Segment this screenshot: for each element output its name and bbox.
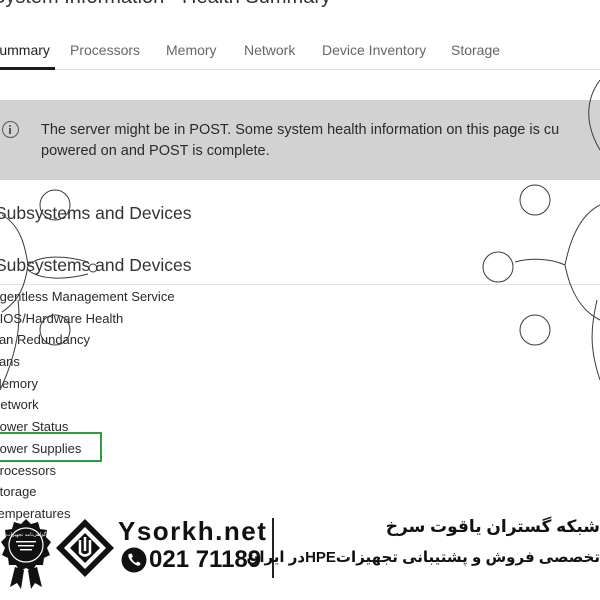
tab-network[interactable]: Network [244, 42, 295, 58]
footer-branding: گواهی‌نامه تجهیزات Ysorkh.net 021 71189 … [0, 512, 600, 600]
ysorkh-logo-icon [56, 519, 114, 577]
page-title: System Information - Health Summary [0, 0, 331, 9]
alert-message-line-1: The server might be in POST. Some system… [41, 122, 560, 138]
section-divider [0, 284, 600, 285]
subsystem-bios-hardware-health[interactable]: BIOS/Hardware Health [0, 310, 175, 332]
tab-summary[interactable]: Summary [0, 42, 50, 58]
alert-message: The server might be in POST. Some system… [41, 120, 559, 162]
section-heading-subsystems: Subsystems and Devices [0, 203, 192, 223]
subsystem-storage[interactable]: Storage [0, 483, 175, 505]
subsystem-processors[interactable]: Processors [0, 462, 175, 484]
tab-bar: Summary Processors Memory Network Device… [0, 30, 600, 70]
subsystem-agentless-management-service[interactable]: Agentless Management Service [0, 288, 175, 310]
company-tagline: تخصصی فروش و پشتیبانی تجهیزاتHPEدر ایران [246, 549, 600, 566]
subsystem-list: Agentless Management Service BIOS/Hardwa… [0, 288, 175, 527]
company-name: شبکه گستران یاقوت سرخ [385, 517, 600, 536]
active-tab-indicator [0, 67, 55, 70]
tab-storage[interactable]: Storage [451, 42, 500, 58]
subsystem-fans[interactable]: Fans [0, 353, 175, 375]
alert-message-line-2: powered on and POST is complete. [41, 143, 270, 159]
brand-name: Ysorkh.net [118, 516, 268, 546]
subsystem-network[interactable]: Network [0, 396, 175, 418]
tab-memory[interactable]: Memory [166, 42, 217, 58]
subsection-heading-subsystems: Subsystems and Devices [0, 255, 192, 275]
subsystem-memory[interactable]: Memory [0, 375, 175, 397]
post-status-alert: The server might be in POST. Some system… [0, 100, 600, 180]
seal-text: گواهی‌نامه تجهیزات [6, 531, 47, 538]
subsystem-fan-redundancy[interactable]: Fan Redundancy [0, 331, 175, 353]
info-icon [2, 121, 19, 138]
phone-number: 021 71189 [149, 546, 262, 573]
power-supplies-highlight [0, 432, 102, 462]
phone-icon [121, 547, 147, 573]
certificate-seal-icon: گواهی‌نامه تجهیزات [1, 519, 51, 589]
tab-processors[interactable]: Processors [70, 42, 140, 58]
tab-device-inventory[interactable]: Device Inventory [322, 42, 426, 58]
